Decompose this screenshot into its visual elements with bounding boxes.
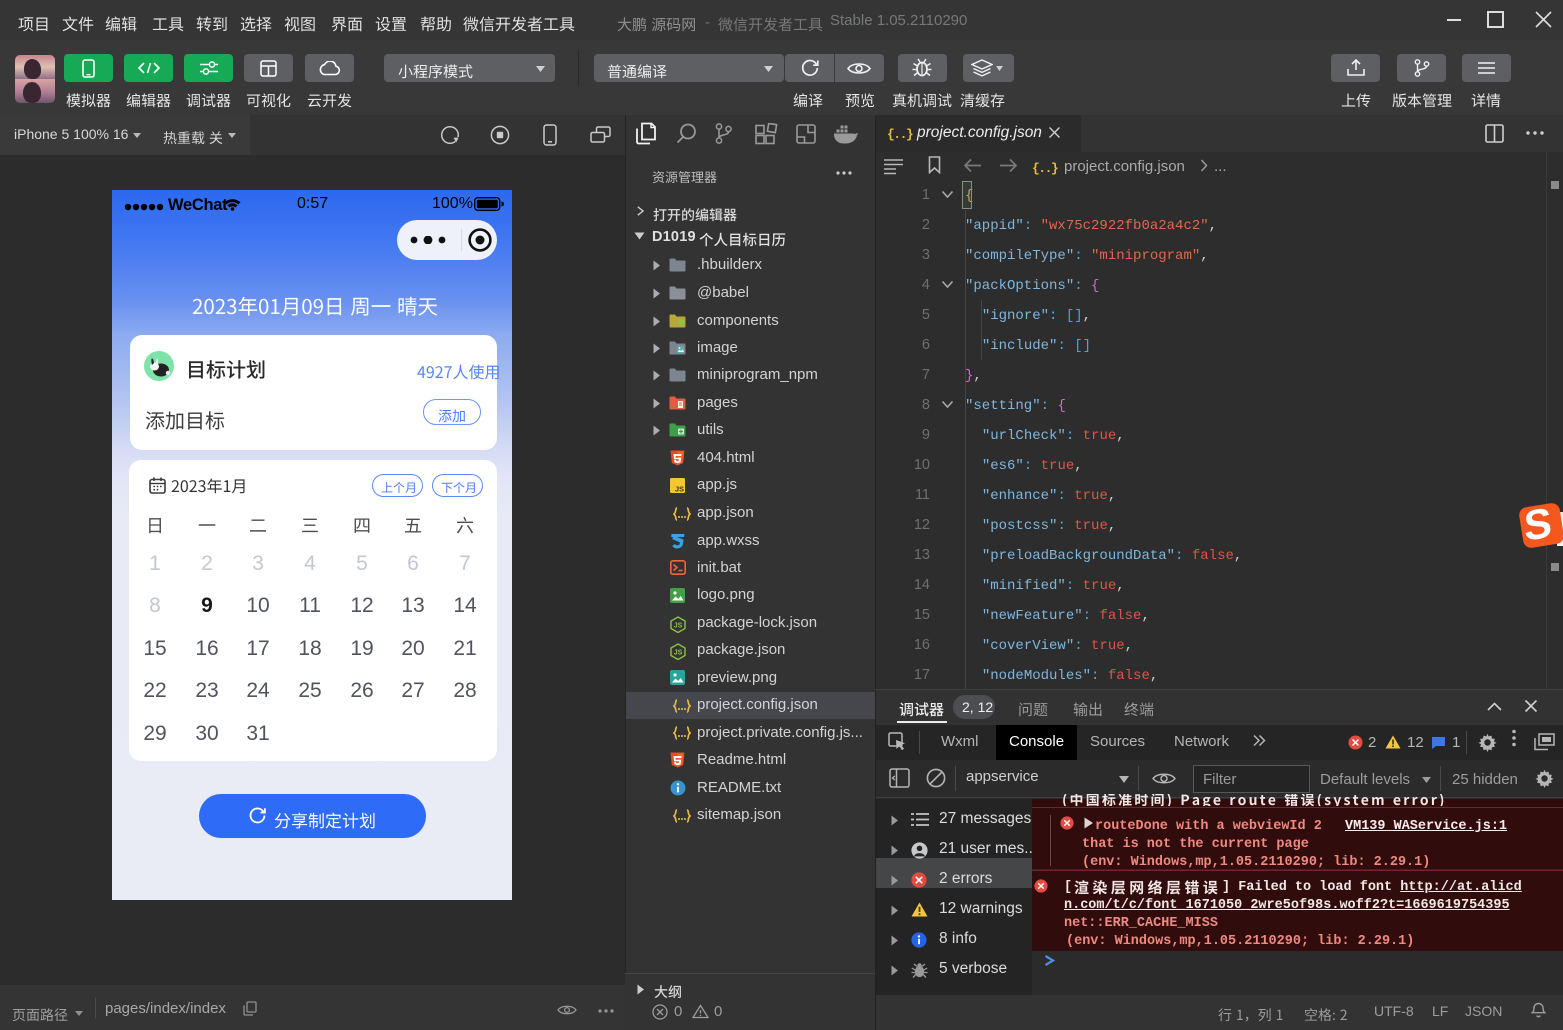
- svg-text:JS: JS: [674, 623, 683, 630]
- svg-text:JS: JS: [674, 650, 683, 657]
- svg-text:JS: JS: [675, 485, 684, 494]
